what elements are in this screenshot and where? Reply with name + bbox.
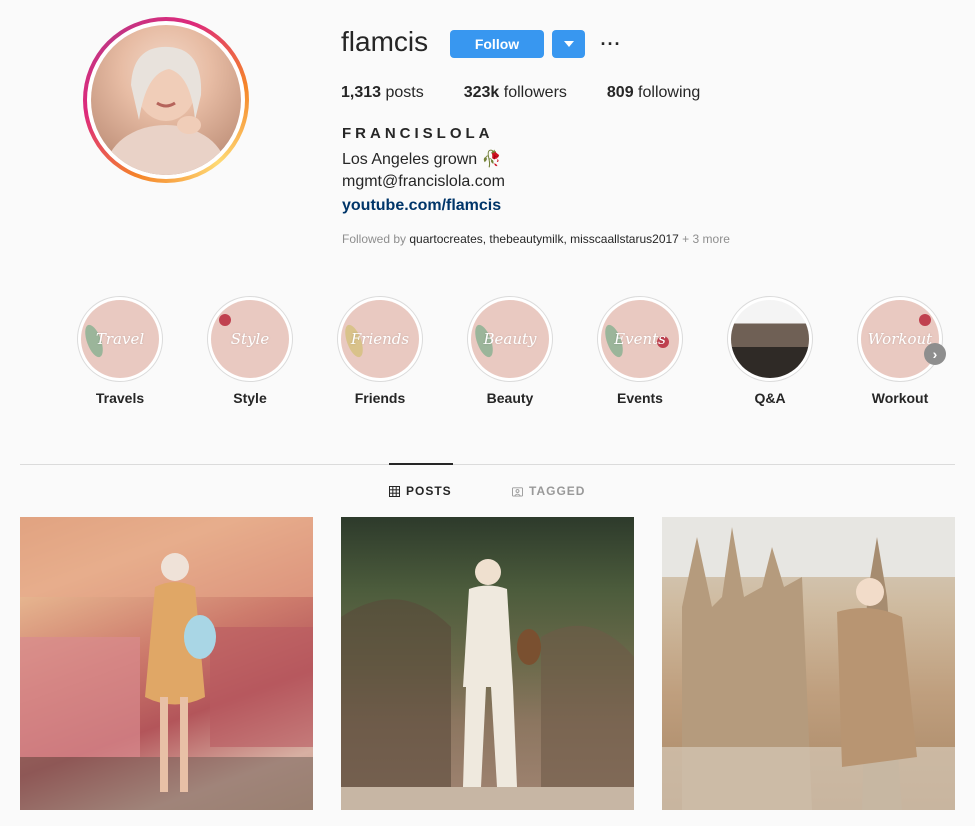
- tab-posts-label: POSTS: [406, 484, 452, 498]
- posts-grid: [20, 517, 975, 810]
- highlight-label: Beauty: [486, 390, 534, 406]
- highlight-events[interactable]: Events Events: [575, 296, 705, 406]
- highlight-cover-text: Travel: [95, 330, 145, 348]
- bio-line: Los Angeles grown 🥀: [342, 151, 502, 168]
- stat-followers-count: 323k: [463, 84, 500, 101]
- story-ring[interactable]: [83, 17, 249, 183]
- stat-posts-count: 1,313: [341, 84, 382, 101]
- highlight-label: Q&A: [754, 390, 786, 406]
- highlight-label: Style: [233, 390, 267, 406]
- highlight-ring: Workout: [857, 296, 943, 382]
- suggested-dropdown-button[interactable]: [552, 30, 585, 58]
- bio-link[interactable]: youtube.com/flamcis: [342, 197, 501, 215]
- more-options-icon[interactable]: ···: [600, 30, 622, 58]
- highlight-cover: Style: [211, 300, 289, 378]
- profile-username: flamcis: [341, 26, 429, 57]
- highlight-cover: Beauty: [471, 300, 549, 378]
- avatar[interactable]: [91, 25, 241, 175]
- stat-posts: 1,313 posts: [341, 84, 424, 102]
- grid-icon: [389, 485, 400, 497]
- highlight-cover-text: Friends: [350, 330, 410, 348]
- highlight-cover: [731, 300, 809, 378]
- highlight-cover: Travel: [81, 300, 159, 378]
- bio-email: mgmt@francislola.com: [342, 173, 505, 190]
- active-tab-indicator: [389, 463, 453, 465]
- stat-followers-label: followers: [499, 84, 567, 101]
- post-thumbnail[interactable]: [662, 517, 955, 810]
- post-image: [341, 559, 634, 810]
- highlight-style[interactable]: Style Style: [185, 296, 315, 406]
- highlight-ring: Beauty: [467, 296, 553, 382]
- highlight-label: Friends: [354, 390, 406, 406]
- tabs-divider: [20, 464, 955, 465]
- followed-by-accounts[interactable]: quartocreates, thebeautymilk, misscaalls…: [409, 232, 678, 246]
- highlight-label: Workout: [871, 390, 929, 406]
- tab-posts[interactable]: POSTS: [389, 484, 452, 498]
- followed-by[interactable]: Followed by quartocreates, thebeautymilk…: [342, 232, 730, 246]
- story-highlights: Travel Travels Style Style Friends Frien…: [55, 296, 965, 406]
- highlight-cover-text: Events: [614, 330, 666, 348]
- highlight-cover-text: Style: [230, 330, 270, 348]
- post-thumbnail[interactable]: [341, 517, 634, 810]
- stat-following-label: following: [633, 84, 701, 101]
- highlight-cover-text: Beauty: [483, 330, 537, 348]
- caret-down-icon: [563, 41, 574, 47]
- follow-button[interactable]: Follow: [450, 30, 544, 58]
- highlight-label: Events: [617, 390, 663, 406]
- highlight-travels[interactable]: Travel Travels: [55, 296, 185, 406]
- highlight-ring: Events: [597, 296, 683, 382]
- post-image: [20, 517, 313, 810]
- post-thumbnail[interactable]: [20, 517, 313, 810]
- profile-full-name: FRANCISLOLA: [342, 125, 494, 142]
- followed-by-more[interactable]: + 3 more: [679, 232, 730, 246]
- highlight-qa[interactable]: Q&A: [705, 296, 835, 406]
- tagged-person-icon: [512, 486, 523, 497]
- stat-followers[interactable]: 323k followers: [464, 84, 567, 102]
- highlight-ring: Travel: [77, 296, 163, 382]
- highlight-friends[interactable]: Friends Friends: [315, 296, 445, 406]
- highlight-cover: Events: [601, 300, 679, 378]
- highlight-cover: Friends: [341, 300, 419, 378]
- highlight-label: Travels: [95, 390, 145, 406]
- tab-tagged-label: TAGGED: [529, 484, 586, 498]
- highlight-ring: Style: [207, 296, 293, 382]
- highlight-ring: Friends: [337, 296, 423, 382]
- highlight-cover: Workout: [861, 300, 939, 378]
- highlight-ring: [727, 296, 813, 382]
- stat-following[interactable]: 809 following: [607, 84, 700, 102]
- stat-following-count: 809: [606, 84, 634, 101]
- post-image: [662, 517, 955, 810]
- followed-by-prefix: Followed by: [342, 232, 410, 246]
- avatar-photo: [106, 46, 226, 175]
- tab-tagged[interactable]: TAGGED: [512, 484, 585, 498]
- stat-posts-label: posts: [381, 84, 424, 101]
- highlight-cover-text: Workout: [867, 330, 933, 348]
- highlight-beauty[interactable]: Beauty Beauty: [445, 296, 575, 406]
- profile-stats: 1,313 posts 323k followers 809 following: [341, 84, 740, 102]
